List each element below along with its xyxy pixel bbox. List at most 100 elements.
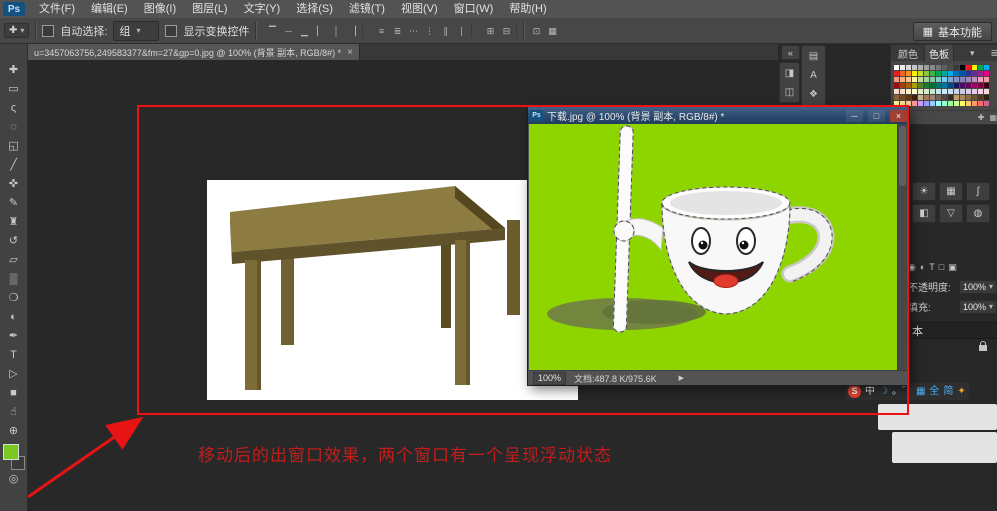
swatch[interactable]	[978, 71, 983, 76]
levels-icon[interactable]: ▦	[939, 182, 963, 201]
swatch[interactable]	[924, 77, 929, 82]
swatch[interactable]	[900, 83, 905, 88]
swatch[interactable]	[972, 95, 977, 100]
swatch[interactable]	[906, 95, 911, 100]
swatch[interactable]	[936, 95, 941, 100]
swatch[interactable]	[960, 95, 965, 100]
swatch[interactable]	[924, 95, 929, 100]
swatch[interactable]	[972, 89, 977, 94]
swatch[interactable]	[894, 71, 899, 76]
sogou-logo-icon[interactable]: S	[848, 385, 861, 398]
swatch[interactable]	[942, 89, 947, 94]
swatch[interactable]	[936, 83, 941, 88]
swatch[interactable]	[942, 65, 947, 70]
floating-window-canvas[interactable]	[529, 124, 898, 371]
filter-type-icon[interactable]: T	[929, 262, 935, 272]
swatch[interactable]	[912, 95, 917, 100]
new-swatch-icon[interactable]: ✚	[978, 113, 985, 122]
keyboard-icon[interactable]: ▦	[916, 384, 925, 399]
swatch[interactable]	[984, 83, 989, 88]
swatch[interactable]	[966, 71, 971, 76]
menu-item-help[interactable]: 帮助(H)	[501, 0, 554, 18]
auto-align-layers-icon[interactable]: ⊞	[484, 24, 496, 38]
swatch[interactable]	[954, 77, 959, 82]
quick-selection-tool[interactable]: ◌	[2, 117, 26, 136]
swatch[interactable]	[960, 101, 965, 106]
swatch[interactable]	[954, 71, 959, 76]
tool-preset-button[interactable]: ✚ ▾	[4, 23, 29, 38]
character-icon[interactable]: A	[805, 67, 822, 83]
swatch[interactable]	[912, 89, 917, 94]
quick-mask-button[interactable]: ◎	[2, 470, 26, 486]
menu-item-layer[interactable]: 图层(L)	[184, 0, 235, 18]
swatch[interactable]	[906, 77, 911, 82]
swatch[interactable]	[966, 101, 971, 106]
styles-icon[interactable]: ❖	[805, 86, 822, 102]
menu-item-window[interactable]: 窗口(W)	[446, 0, 502, 18]
filter-pixel-icon[interactable]: ◉	[908, 262, 916, 273]
swatch[interactable]	[900, 95, 905, 100]
swatch[interactable]	[954, 101, 959, 106]
swatch[interactable]	[984, 71, 989, 76]
eyedropper-tool[interactable]: ╱	[2, 155, 26, 174]
align-right-icon[interactable]: ▕	[346, 24, 358, 38]
swatch[interactable]	[978, 77, 983, 82]
menu-item-type[interactable]: 文字(Y)	[236, 0, 289, 18]
document-canvas[interactable]	[207, 180, 578, 400]
maximize-button[interactable]: □	[868, 110, 885, 122]
three-d-mode-icon[interactable]: ⊟	[500, 24, 512, 38]
dodge-tool[interactable]: ◐	[2, 307, 26, 326]
moon-icon[interactable]: ☽	[879, 384, 888, 399]
swatch[interactable]	[918, 71, 923, 76]
swatch[interactable]	[924, 65, 929, 70]
curves-icon[interactable]: ∫	[966, 182, 990, 201]
history-icon[interactable]: ▤	[805, 48, 822, 64]
swatch[interactable]	[972, 71, 977, 76]
swatch[interactable]	[918, 65, 923, 70]
swatch[interactable]	[900, 77, 905, 82]
move-tool[interactable]: ✚	[2, 60, 26, 79]
opacity-value[interactable]: 100% ▾	[959, 280, 997, 294]
align-top-icon[interactable]: ▔	[266, 24, 278, 38]
swatch[interactable]	[966, 77, 971, 82]
swatch[interactable]	[966, 89, 971, 94]
scrollbar[interactable]	[897, 124, 908, 371]
type-tool[interactable]: T	[2, 345, 26, 364]
swatch[interactable]	[948, 89, 953, 94]
swatch[interactable]	[930, 77, 935, 82]
close-button[interactable]: ×	[890, 110, 907, 122]
layer-row[interactable]: 本	[908, 322, 997, 339]
brush-tool[interactable]: ✎	[2, 193, 26, 212]
swatch[interactable]	[906, 83, 911, 88]
menu-item-filter[interactable]: 滤镜(T)	[341, 0, 393, 18]
swatch[interactable]	[984, 95, 989, 100]
status-menu-arrow[interactable]: ▶	[679, 374, 684, 382]
delete-swatch-icon[interactable]: ▦	[989, 113, 997, 122]
distribute-middle-icon[interactable]: ≣	[391, 24, 403, 38]
minimize-button[interactable]: ─	[846, 110, 863, 122]
swatch[interactable]	[966, 83, 971, 88]
swatch[interactable]	[942, 71, 947, 76]
zoom-tool[interactable]: ⊕	[2, 421, 26, 440]
distribute-right-icon[interactable]: ∣	[455, 24, 467, 38]
swatch[interactable]	[894, 77, 899, 82]
brightness-contrast-icon[interactable]: ☀	[912, 182, 936, 201]
menu-item-view[interactable]: 视图(V)	[393, 0, 446, 18]
pen-tool[interactable]: ✒	[2, 326, 26, 345]
swatch[interactable]	[978, 89, 983, 94]
swatch[interactable]	[948, 101, 953, 106]
swatch[interactable]	[894, 95, 899, 100]
document-tab[interactable]: u=3457063756,249583377&fm=27&gp=0.jpg @ …	[28, 44, 360, 60]
menu-item-edit[interactable]: 编辑(E)	[83, 0, 136, 18]
swatch[interactable]	[900, 71, 905, 76]
workspace-button[interactable]: ▦ 基本功能	[913, 22, 992, 41]
swatch[interactable]	[906, 65, 911, 70]
auto-select-checkbox[interactable]	[42, 25, 54, 37]
swatch[interactable]	[984, 77, 989, 82]
screen-mode-icon[interactable]: ⊡	[530, 24, 542, 38]
distribute-bottom-icon[interactable]: ⋯	[407, 24, 419, 38]
swatch[interactable]	[900, 65, 905, 70]
swatch[interactable]	[906, 101, 911, 106]
spot-healing-tool[interactable]: ✜	[2, 174, 26, 193]
chinese-mode-icon[interactable]: 中	[865, 384, 875, 399]
